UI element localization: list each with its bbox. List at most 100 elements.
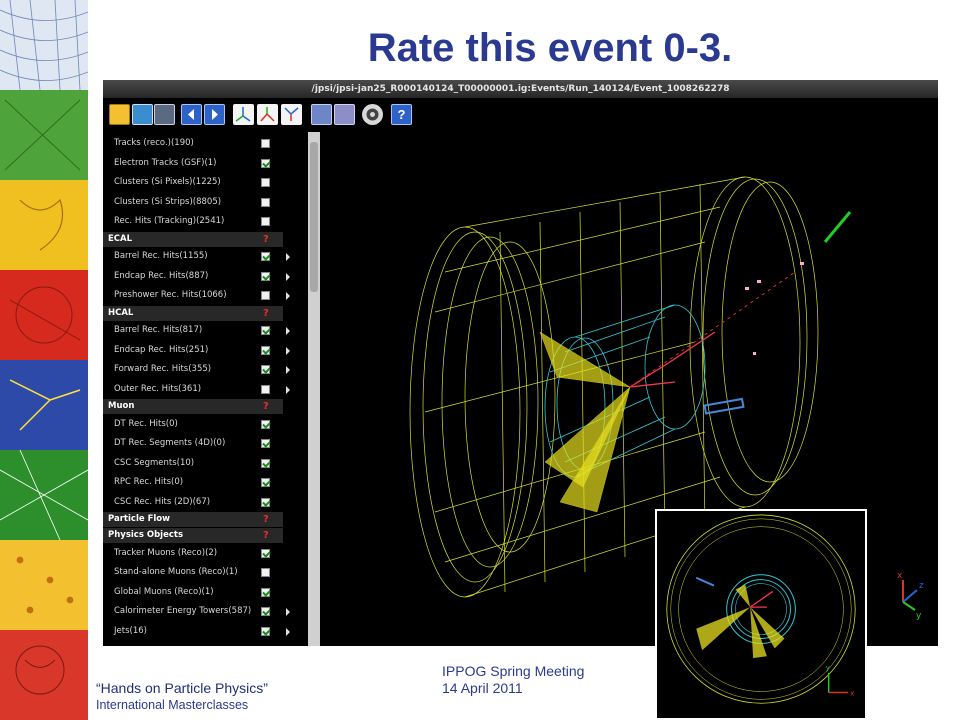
calorimeter-energy-towers [539,331,631,513]
tree-category-label: HCAL [108,307,134,318]
tree-item[interactable]: Preshower Rec. Hits(1066) [103,286,313,305]
visibility-checkbox[interactable] [261,458,270,468]
end-view-inset[interactable]: y x [655,509,867,720]
inset-axis-triad: y x [826,664,855,698]
tree-item-label: RPC Rec. Hits(0) [114,477,184,488]
category-help-icon[interactable]: ? [263,232,269,247]
visibility-checkbox[interactable] [261,607,270,616]
visibility-checkbox[interactable] [261,626,270,636]
visibility-checkbox[interactable] [261,139,270,148]
tree-scrollbar[interactable] [308,132,320,646]
tree-item[interactable]: CSC Segments(10) [103,454,313,473]
masterclass-logo-text: “Hands on Particle Physics” Internationa… [96,680,268,714]
footer-meeting-info: IPPOG Spring Meeting 14 April 2011 [442,663,584,697]
scrollbar-thumb[interactable] [310,142,318,292]
category-help-icon[interactable]: ? [263,512,269,527]
category-help-icon[interactable]: ? [263,306,269,321]
tree-item[interactable]: Tracker Muons (Reco)(2) [103,544,313,563]
visibility-checkbox[interactable] [261,271,270,281]
expand-arrow-icon[interactable] [286,627,290,636]
tree-category-hcal[interactable]: HCAL? [103,305,283,321]
tree-item[interactable]: Barrel Rec. Hits(1155) [103,247,313,266]
tree-item[interactable]: Endcap Rec. Hits(251) [103,341,313,360]
category-help-icon[interactable]: ? [263,399,269,414]
expand-arrow-icon[interactable] [286,253,290,262]
view-xy-icon[interactable] [233,104,254,125]
tree-item[interactable]: Barrel Rec. Hits(817) [103,321,313,340]
muon-hits [745,262,804,355]
next-arrow-icon[interactable] [204,104,225,125]
visibility-checkbox[interactable] [261,252,270,262]
logo-subtitle: International Masterclasses [96,698,249,712]
tree-item[interactable]: DT Rec. Segments (4D)(0) [103,434,313,453]
visibility-checkbox[interactable] [261,326,270,336]
tree-category-label: Muon [108,401,135,412]
tree-category-physics-objects[interactable]: Physics Objects? [103,527,283,543]
tree-item-label: Endcap Rec. Hits(251) [114,344,209,355]
tree-item-label: DT Rec. Segments (4D)(0) [114,438,226,449]
tree-category-label: Physics Objects [108,529,184,540]
perspective-cube-icon[interactable] [311,104,332,125]
visibility-checkbox[interactable] [261,158,270,168]
visibility-checkbox[interactable] [261,478,270,488]
tree-category-ecal[interactable]: ECAL? [103,231,283,247]
visibility-checkbox[interactable] [261,439,270,449]
collection-tree-panel: Tracks (reco.)(190) Electron Tracks (GSF)… [103,132,325,646]
expand-arrow-icon[interactable] [286,327,290,336]
visibility-checkbox[interactable] [261,197,270,207]
window-title-bar: /jpsi/jpsi-jan25_R000140124_T00000001.ig… [103,80,938,98]
category-help-icon[interactable]: ? [263,528,269,543]
help-icon[interactable]: ? [391,104,412,125]
visibility-checkbox[interactable] [261,497,270,507]
tree-item[interactable]: Outer Rec. Hits(361) [103,380,313,399]
visibility-checkbox[interactable] [261,587,270,597]
visibility-checkbox[interactable] [261,291,270,301]
view-yz-icon[interactable] [257,104,278,125]
visibility-checkbox[interactable] [261,568,270,577]
expand-arrow-icon[interactable] [286,272,290,281]
tree-item-label: DT Rec. Hits(0) [114,418,178,429]
visibility-checkbox[interactable] [261,548,270,558]
tree-item[interactable]: Rec. Hits (Tracking)(2541) [103,212,313,231]
view-xz-icon[interactable] [281,104,302,125]
tree-item[interactable]: Stand-alone Muons (Reco)(1) [103,563,313,582]
visibility-checkbox[interactable] [261,217,270,226]
tree-item[interactable]: Global Muons (Reco)(1) [103,583,313,602]
visibility-checkbox[interactable] [261,365,270,375]
tree-category-muon[interactable]: Muon? [103,399,283,415]
tree-item-label: Rec. Hits (Tracking)(2541) [114,216,225,226]
visibility-checkbox[interactable] [261,384,270,394]
tree-item-label: Calorimeter Energy Towers(587) [114,606,252,616]
tree-item[interactable]: Clusters (Si Pixels)(1225) [103,173,313,192]
axis-triad: x z y [897,571,924,621]
tree-item[interactable]: Tracks (reco.)(190) [103,134,313,153]
muon-track [629,271,796,388]
open-url-icon[interactable] [132,104,153,125]
expand-arrow-icon[interactable] [286,608,290,616]
tree-item[interactable]: RPC Rec. Hits(0) [103,473,313,492]
previous-arrow-icon[interactable] [181,104,202,125]
end-view-muon-segment [695,576,715,587]
visibility-checkbox[interactable] [261,345,270,355]
visibility-checkbox[interactable] [261,419,270,429]
tree-item[interactable]: Clusters (Si Strips)(8805) [103,193,313,212]
expand-arrow-icon[interactable] [286,385,290,394]
muon-chamber-segment [703,397,745,415]
tree-item[interactable]: DT Rec. Hits(0) [103,415,313,434]
visibility-checkbox[interactable] [261,178,270,187]
tree-item[interactable]: Electron Tracks (GSF)(1) [103,154,313,173]
expand-arrow-icon[interactable] [286,346,290,355]
settings-gear-icon[interactable] [362,104,383,125]
tree-item[interactable]: Endcap Rec. Hits(887) [103,267,313,286]
tree-item[interactable]: Forward Rec. Hits(355) [103,360,313,379]
tree-category-particle-flow[interactable]: Particle Flow? [103,512,283,528]
open-folder-icon[interactable] [109,104,130,125]
tree-item[interactable]: Calorimeter Energy Towers(587) [103,602,313,621]
screenshot-icon[interactable] [154,104,175,125]
tree-item[interactable]: CSC Rec. Hits (2D)(67) [103,493,313,512]
expand-arrow-icon[interactable] [286,366,290,375]
expand-arrow-icon[interactable] [286,292,290,301]
tree-item[interactable]: Jets(16) [103,622,313,641]
ortho-cube-icon[interactable] [334,104,355,125]
toolbar: ? [103,98,938,133]
